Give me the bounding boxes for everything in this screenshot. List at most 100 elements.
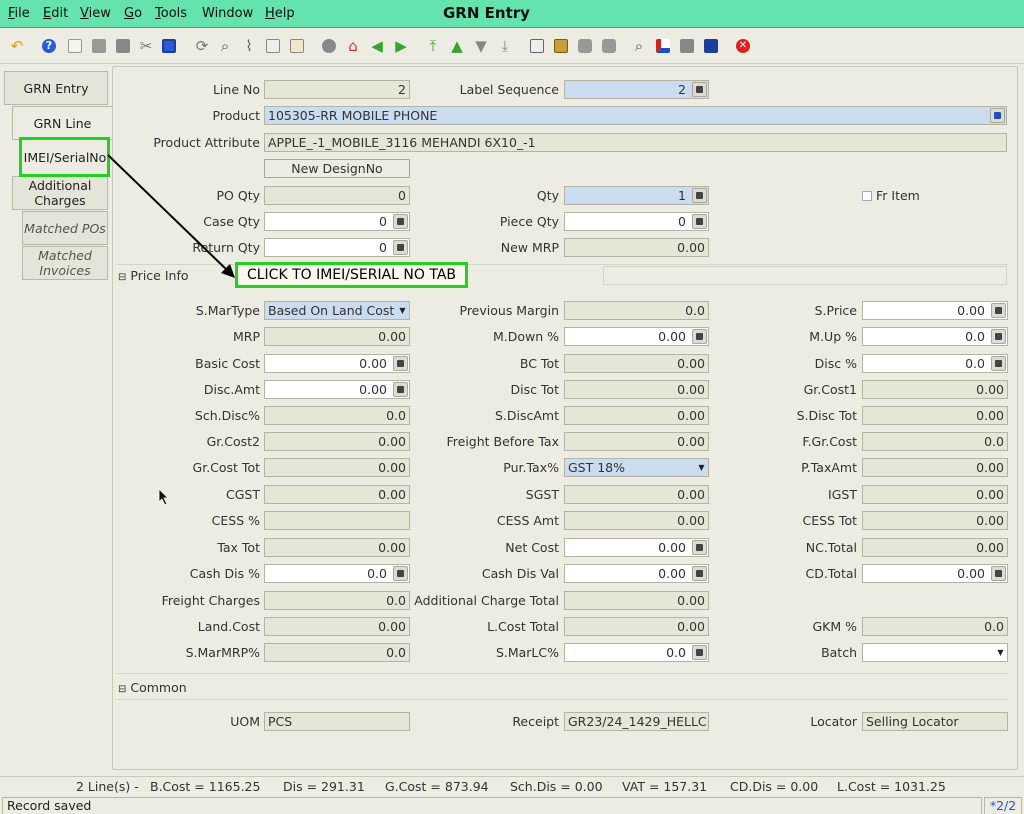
s-marmrp-field[interactable]: 0.0 — [264, 643, 410, 662]
cd-total-field[interactable]: 0.00 — [862, 564, 1008, 583]
chevron-down-icon[interactable]: ▼ — [994, 644, 1007, 661]
sgst-label: SGST — [525, 487, 559, 502]
sch-disc-field[interactable]: 0.0 — [264, 406, 410, 425]
chevron-down-icon[interactable]: ▼ — [695, 459, 708, 476]
net-cost-label: Net Cost — [505, 540, 559, 555]
gkm-field[interactable]: 0.0 — [862, 617, 1008, 636]
pur-tax-select[interactable]: GST 18% ▼ — [564, 458, 709, 477]
s-discamt-field[interactable]: 0.00 — [564, 406, 709, 425]
l-cost-total-field[interactable]: 0.00 — [564, 617, 709, 636]
locator-label: Locator — [810, 714, 857, 729]
disc-amt-field[interactable]: 0.00 — [264, 380, 410, 399]
calculator-icon[interactable] — [393, 356, 408, 371]
cash-dis-val-field[interactable]: 0.00 — [564, 564, 709, 583]
section-divider — [116, 699, 1008, 700]
smartype-label: S.MarType — [195, 303, 260, 318]
calculator-icon[interactable] — [991, 303, 1006, 318]
land-cost-field[interactable]: 0.00 — [264, 617, 410, 636]
calculator-icon[interactable] — [991, 356, 1006, 371]
record-pager[interactable]: *2/2 — [984, 797, 1022, 814]
calculator-icon[interactable] — [692, 540, 707, 555]
cess-amt-label: CESS Amt — [496, 513, 559, 528]
receipt-field[interactable]: GR23/24_1429_HELLC — [564, 712, 709, 731]
net-cost-field[interactable]: 0.00 — [564, 538, 709, 557]
calculator-icon[interactable] — [692, 329, 707, 344]
line-count: 2 Line(s) - — [76, 779, 139, 794]
additional-charge-total-field[interactable]: 0.00 — [564, 591, 709, 610]
calculator-icon[interactable] — [692, 566, 707, 581]
mdown-field[interactable]: 0.00 — [564, 327, 709, 346]
land-cost-label: Land.Cost — [197, 619, 260, 634]
mdown-label: M.Down % — [492, 329, 559, 344]
p-taxamt-field[interactable]: 0.00 — [862, 458, 1008, 477]
cd-total-value: 0.00 — [957, 566, 985, 581]
previous-margin-field[interactable]: 0.0 — [564, 301, 709, 320]
sprice-value: 0.00 — [957, 303, 985, 318]
freight-before-tax-label: Freight Before Tax — [446, 434, 559, 449]
tax-tot-label: Tax Tot — [217, 540, 260, 555]
gr-cost2-field[interactable]: 0.00 — [264, 432, 410, 451]
s-marlc-field[interactable]: 0.0 — [564, 643, 709, 662]
cash-dis-label: Cash Dis % — [189, 566, 260, 581]
pur-tax-label: Pur.Tax% — [503, 460, 559, 475]
cgst-field[interactable]: 0.00 — [264, 485, 410, 504]
s-marmrp-label: S.MarMRP% — [185, 645, 260, 660]
basic-cost-field[interactable]: 0.00 — [264, 354, 410, 373]
calculator-icon[interactable] — [393, 382, 408, 397]
s-disc-tot-field[interactable]: 0.00 — [862, 406, 1008, 425]
collapse-icon[interactable]: ⊟ — [118, 684, 126, 695]
cash-dis-value: 0.0 — [367, 566, 387, 581]
f-gr-cost-label: F.Gr.Cost — [802, 434, 857, 449]
cess-tot-field[interactable]: 0.00 — [862, 511, 1008, 530]
disc-tot-field[interactable]: 0.00 — [564, 380, 709, 399]
section-divider — [116, 673, 1008, 674]
bcost-total: B.Cost = 1165.25 — [150, 779, 261, 794]
dis-total: Dis = 291.31 — [283, 779, 365, 794]
disc-pct-field[interactable]: 0.0 — [862, 354, 1008, 373]
bc-tot-label: BC Tot — [519, 356, 559, 371]
disc-amt-label: Disc.Amt — [203, 382, 260, 397]
sprice-field[interactable]: 0.00 — [862, 301, 1008, 320]
gr-cost1-label: Gr.Cost1 — [803, 382, 857, 397]
mrp-field[interactable]: 0.00 — [264, 327, 410, 346]
igst-label: IGST — [828, 487, 857, 502]
sgst-field[interactable]: 0.00 — [564, 485, 709, 504]
gr-cost-tot-label: Gr.Cost Tot — [192, 460, 260, 475]
locator-field[interactable]: Selling Locator — [862, 712, 1008, 731]
cess-amt-field[interactable]: 0.00 — [564, 511, 709, 530]
nc-total-label: NC.Total — [805, 540, 857, 555]
cess-pct-field[interactable] — [264, 511, 410, 530]
smartype-select[interactable]: Based On Land Cost ▼ — [264, 301, 410, 320]
cess-pct-label: CESS % — [211, 513, 260, 528]
cgst-label: CGST — [226, 487, 260, 502]
mup-field[interactable]: 0.0 — [862, 327, 1008, 346]
calculator-icon[interactable] — [393, 566, 408, 581]
cash-dis-field[interactable]: 0.0 — [264, 564, 410, 583]
tax-tot-field[interactable]: 0.00 — [264, 538, 410, 557]
freight-charges-field[interactable]: 0.0 — [264, 591, 410, 610]
freight-before-tax-field[interactable]: 0.00 — [564, 432, 709, 451]
common-title: Common — [130, 680, 187, 695]
smartype-value: Based On Land Cost — [268, 303, 395, 318]
gr-cost1-field[interactable]: 0.00 — [862, 380, 1008, 399]
freight-charges-label: Freight Charges — [161, 593, 260, 608]
calculator-icon[interactable] — [692, 645, 707, 660]
batch-select[interactable]: ▼ — [862, 643, 1008, 662]
l-cost-total-label: L.Cost Total — [487, 619, 559, 634]
f-gr-cost-field[interactable]: 0.0 — [862, 432, 1008, 451]
common-section[interactable]: ⊟ Common — [118, 678, 187, 698]
p-taxamt-label: P.TaxAmt — [801, 460, 857, 475]
receipt-label: Receipt — [512, 714, 559, 729]
sch-disc-label: Sch.Disc% — [194, 408, 260, 423]
igst-field[interactable]: 0.00 — [862, 485, 1008, 504]
calculator-icon[interactable] — [991, 329, 1006, 344]
chevron-down-icon[interactable]: ▼ — [396, 302, 409, 319]
nc-total-field[interactable]: 0.00 — [862, 538, 1008, 557]
calculator-icon[interactable] — [991, 566, 1006, 581]
uom-field[interactable]: PCS — [264, 712, 410, 731]
gr-cost-tot-field[interactable]: 0.00 — [264, 458, 410, 477]
bc-tot-field[interactable]: 0.00 — [564, 354, 709, 373]
vat-total: VAT = 157.31 — [622, 779, 708, 794]
arrow-line — [107, 154, 229, 272]
mup-value: 0.0 — [965, 329, 985, 344]
